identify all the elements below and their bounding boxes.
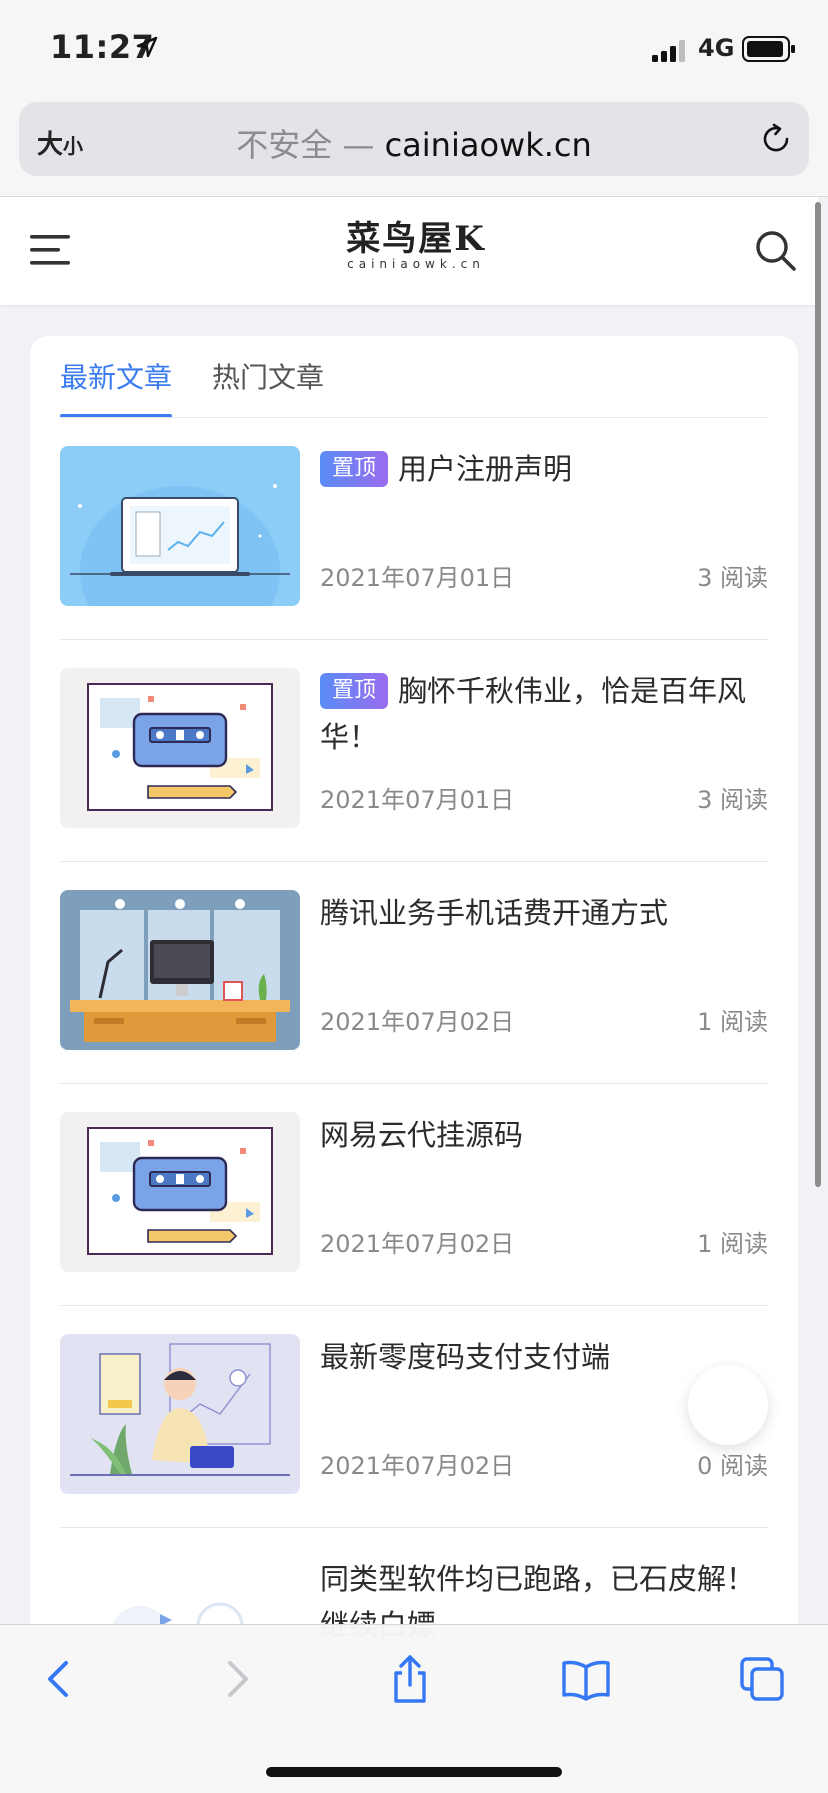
location-arrow-icon: [136, 36, 158, 58]
tab-popular[interactable]: 热门文章: [212, 356, 324, 396]
list-item[interactable]: 置顶 胸怀千秋伟业，恰是百年风华！ 2021年07月01日 3 阅读: [60, 640, 768, 862]
article-thumbnail[interactable]: [60, 1334, 300, 1494]
status-bar: 11:27 4G: [0, 0, 828, 96]
article-thumbnail[interactable]: [60, 668, 300, 828]
article-title[interactable]: 最新零度码支付支付端: [320, 1334, 768, 1380]
insecure-label: 不安全 —: [236, 126, 375, 164]
article-title: 用户注册声明: [398, 452, 573, 486]
article-date: 2021年07月02日: [320, 1230, 515, 1258]
article-thumbnail[interactable]: [60, 890, 300, 1050]
home-indicator[interactable]: [266, 1767, 562, 1777]
share-icon[interactable]: [386, 1655, 434, 1703]
article-date: 2021年07月01日: [320, 786, 515, 814]
article-title-wrap[interactable]: 置顶 胸怀千秋伟业，恰是百年风华！: [320, 668, 768, 760]
article-read-count: 1 阅读: [697, 1230, 768, 1258]
floating-action-button[interactable]: [688, 1365, 768, 1445]
article-date: 2021年07月02日: [320, 1008, 515, 1036]
article-title-wrap[interactable]: 置顶 用户注册声明: [320, 446, 768, 492]
article-read-count: 3 阅读: [697, 786, 768, 814]
signal-icon: [652, 40, 685, 62]
site-logo[interactable]: 菜鸟屋K cainiaowk.cn: [346, 221, 486, 285]
url-domain: cainiaowk.cn: [384, 126, 592, 164]
back-icon[interactable]: [36, 1655, 84, 1703]
battery-icon: [742, 36, 795, 62]
page-scrollbar[interactable]: [815, 202, 821, 1187]
list-item[interactable]: 腾讯业务手机话费开通方式 2021年07月02日 1 阅读: [60, 862, 768, 1084]
article-read-count: 0 阅读: [697, 1452, 768, 1480]
list-item[interactable]: 置顶 用户注册声明 2021年07月01日 3 阅读: [60, 418, 768, 640]
menu-icon[interactable]: [30, 233, 70, 267]
article-read-count: 1 阅读: [697, 1008, 768, 1036]
article-title[interactable]: 腾讯业务手机话费开通方式: [320, 890, 768, 936]
article-list-card: 最新文章 热门文章 置顶 用户注册声明 2021年07月01日 3 阅读 置顶 …: [30, 336, 798, 1736]
logo-subtext: cainiaowk.cn: [347, 257, 485, 271]
pinned-badge: 置顶: [320, 673, 389, 709]
article-read-count: 3 阅读: [697, 564, 768, 592]
article-thumbnail[interactable]: [60, 1112, 300, 1272]
bookmarks-icon[interactable]: [562, 1655, 610, 1703]
network-type: 4G: [698, 34, 735, 62]
list-item[interactable]: 最新零度码支付支付端 2021年07月02日 0 阅读: [60, 1306, 768, 1528]
reload-icon[interactable]: [759, 122, 793, 156]
logo-text: 菜鸟屋K: [346, 219, 486, 259]
browser-address-area: 大小 不安全 — cainiaowk.cn: [0, 96, 828, 197]
article-date: 2021年07月02日: [320, 1452, 515, 1480]
article-title[interactable]: 网易云代挂源码: [320, 1112, 768, 1158]
list-item[interactable]: 网易云代挂源码 2021年07月02日 1 阅读: [60, 1084, 768, 1306]
browser-toolbar: [0, 1624, 828, 1793]
tabs-icon[interactable]: [738, 1655, 786, 1703]
pinned-badge: 置顶: [320, 451, 389, 487]
site-header: 菜鸟屋K cainiaowk.cn: [0, 197, 818, 305]
search-icon[interactable]: [754, 229, 798, 273]
tab-latest[interactable]: 最新文章: [60, 356, 172, 396]
article-thumbnail[interactable]: [60, 446, 300, 606]
article-date: 2021年07月01日: [320, 564, 515, 592]
address-bar[interactable]: 大小 不安全 — cainiaowk.cn: [19, 102, 809, 176]
url-display[interactable]: 不安全 — cainiaowk.cn: [19, 120, 809, 166]
forward-icon[interactable]: [212, 1655, 260, 1703]
